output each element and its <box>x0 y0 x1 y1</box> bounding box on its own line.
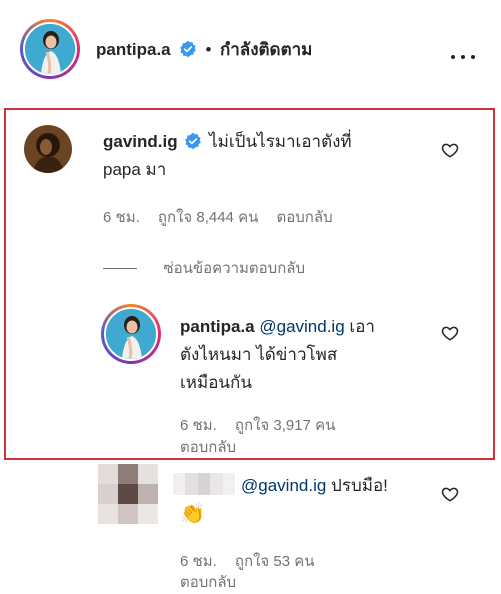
comment-text-line2: papa มา <box>103 160 167 179</box>
hide-replies-toggle[interactable]: ซ่อนข้อความตอบกลับ <box>103 256 305 280</box>
comment-avatar-gavind[interactable] <box>24 125 72 173</box>
reply-body-pantipa: pantipa.a @gavind.ig เอา ตังไหนมา ได้ข่า… <box>180 313 420 397</box>
reply-likes[interactable]: ถูกใจ 3,917 คน <box>235 417 335 434</box>
comment3-body: @gavind.ig ปรบมือ! <box>241 472 388 500</box>
comment3-time: 6 ชม. <box>180 553 217 570</box>
reply-button[interactable]: ตอบกลับ <box>277 209 333 226</box>
comment3-reply-button[interactable]: ตอบกลับ <box>180 570 236 594</box>
comment3-text: ปรบมือ! <box>331 476 388 495</box>
reply-meta: 6 ชม. ถูกใจ 3,917 คน <box>180 413 349 437</box>
reply-text: เอา <box>349 317 375 336</box>
hide-replies-label: ซ่อนข้อความตอบกลับ <box>163 260 305 277</box>
comment-text: ไม่เป็นไรมาเอาตังที่ <box>209 132 352 151</box>
hide-replies-line <box>103 268 137 270</box>
reply-avatar-image <box>104 307 158 361</box>
header-username[interactable]: pantipa.a <box>96 40 171 59</box>
comment-likes[interactable]: ถูกใจ 8,444 คน <box>158 209 258 226</box>
reply-mention[interactable]: @gavind.ig <box>259 317 344 336</box>
reply-reply-button[interactable]: ตอบกลับ <box>180 435 236 459</box>
header-avatar[interactable] <box>20 19 80 79</box>
more-options-icon[interactable] <box>448 46 478 64</box>
like-heart-icon[interactable] <box>441 141 459 159</box>
comment3-likes[interactable]: ถูกใจ 53 คน <box>235 553 315 570</box>
reply-username[interactable]: pantipa.a <box>180 317 255 336</box>
comment-time: 6 ชม. <box>103 209 140 226</box>
clap-emoji: 👏 <box>180 503 205 525</box>
follow-status[interactable]: กำลังติดตาม <box>220 40 312 59</box>
blurred-avatar[interactable] <box>98 464 158 524</box>
header-separator: • <box>205 40 212 59</box>
comment-body-gavind: gavind.ig ไม่เป็นไรมาเอาตังที่ papa มา <box>103 128 423 184</box>
verified-icon <box>185 132 202 150</box>
like-heart-icon[interactable] <box>441 485 459 503</box>
header-avatar-image <box>23 22 77 76</box>
reply-text-line2: ตังไหนมา ได้ข่าวโพส <box>180 345 338 364</box>
reply-time: 6 ชม. <box>180 417 217 434</box>
comment-username[interactable]: gavind.ig <box>103 132 178 151</box>
like-heart-icon[interactable] <box>441 324 459 342</box>
reply-avatar-pantipa[interactable] <box>101 304 161 364</box>
comment-meta: 6 ชม. ถูกใจ 8,444 คน ตอบกลับ <box>103 205 347 229</box>
header-title: pantipa.a • กำลังติดตาม <box>96 36 312 63</box>
reply-text-line3: เหมือนกัน <box>180 373 252 392</box>
comment3-mention[interactable]: @gavind.ig <box>241 476 326 495</box>
verified-icon <box>180 41 196 58</box>
blurred-username[interactable] <box>173 473 235 495</box>
